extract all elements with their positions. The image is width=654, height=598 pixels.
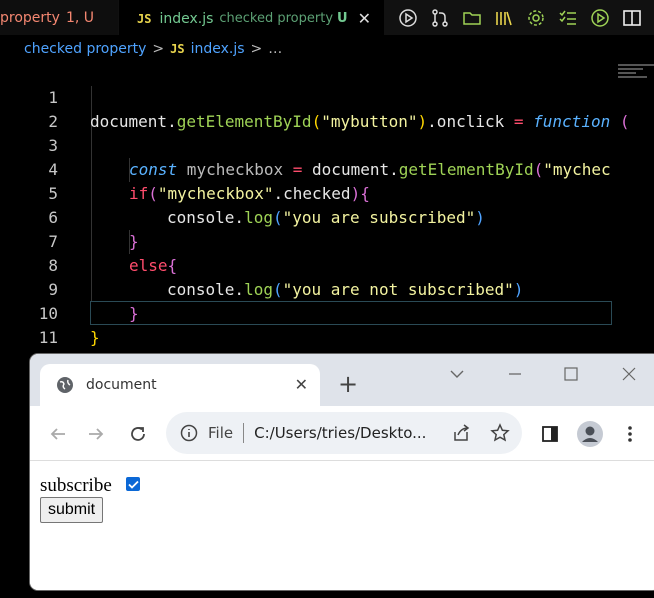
- editor-tab-index-js[interactable]: JS index.js checked property U ✕: [119, 0, 384, 36]
- code-text: }: [90, 328, 100, 347]
- browser-tab-document[interactable]: document ✕: [40, 364, 320, 406]
- tab-status: U: [337, 11, 348, 26]
- code-line: 8 console.log("you are not subscribed"): [0, 230, 654, 299]
- close-icon[interactable]: ✕: [358, 9, 371, 28]
- page-content: subscribe submit: [30, 461, 654, 590]
- settings-gear-icon[interactable]: [520, 6, 552, 30]
- minimize-icon[interactable]: [500, 364, 530, 384]
- reload-button[interactable]: [124, 420, 152, 448]
- info-icon[interactable]: [180, 424, 198, 442]
- browser-tab-strip: document ✕ +: [30, 354, 654, 406]
- star-icon[interactable]: [490, 423, 510, 443]
- editor-tab-bar: property 1, U JS index.js checked proper…: [0, 0, 654, 36]
- code-line: 2: [0, 86, 654, 131]
- reload-icon: [131, 427, 145, 441]
- divider: [243, 423, 245, 443]
- side-panel-icon: [542, 426, 558, 442]
- tab-search-icon[interactable]: [442, 364, 472, 384]
- arrow-right-icon: [89, 428, 104, 440]
- breadcrumb-more[interactable]: …: [268, 41, 282, 57]
- back-button[interactable]: [44, 420, 72, 448]
- window-close-icon[interactable]: [614, 364, 644, 384]
- more-vertical-icon: [628, 426, 632, 442]
- arrow-left-icon: [50, 428, 65, 440]
- line-number: 11: [38, 328, 58, 347]
- list-check-icon[interactable]: [552, 6, 584, 30]
- code-line: 10 }: [0, 278, 654, 347]
- code-line: 11: [0, 302, 654, 347]
- code-line: 7 else{: [0, 206, 654, 275]
- run-circle-icon[interactable]: [584, 6, 616, 30]
- chevron-right-icon: >: [250, 41, 263, 57]
- open-folder-icon[interactable]: [456, 6, 488, 30]
- code-line: 1 document.getElementById("mybutton").on…: [0, 62, 654, 131]
- editor-actions: [392, 0, 648, 35]
- url-text[interactable]: C:/Users/tries/Deskto...: [254, 424, 426, 442]
- js-file-icon: JS: [137, 11, 152, 26]
- code-line: 5 console.log("you are subscribed"): [0, 158, 654, 227]
- subscribe-label: subscribe: [40, 475, 112, 496]
- js-file-icon: JS: [170, 42, 185, 56]
- library-icon[interactable]: [488, 6, 520, 30]
- close-icon[interactable]: ✕: [295, 375, 308, 394]
- code-line: 4 if("mycheckbox".checked){: [0, 134, 654, 203]
- editor-tab-previous[interactable]: property 1, U: [0, 0, 118, 35]
- breadcrumb: checked property > JS index.js > …: [0, 36, 654, 62]
- tab-label: property: [0, 9, 60, 26]
- menu-button[interactable]: [616, 420, 644, 448]
- code-line: 9 }: [0, 254, 654, 323]
- code-editor[interactable]: 1 document.getElementById("mybutton").on…: [0, 62, 654, 347]
- address-bar[interactable]: File C:/Users/tries/Deskto...: [166, 412, 522, 454]
- breadcrumb-folder[interactable]: checked property: [24, 41, 146, 57]
- breadcrumb-file[interactable]: index.js: [191, 41, 245, 57]
- browser-toolbar: File C:/Users/tries/Deskto...: [30, 406, 654, 461]
- checkmark-icon: [127, 480, 139, 489]
- subscribe-checkbox[interactable]: [126, 477, 140, 491]
- tab-label: index.js: [159, 10, 214, 27]
- source-control-icon[interactable]: [424, 6, 456, 30]
- url-scheme-label: File: [208, 424, 234, 442]
- tab-description: checked property: [219, 11, 334, 26]
- avatar-icon: [577, 421, 603, 447]
- run-icon[interactable]: [392, 6, 424, 30]
- browser-window: document ✕ + File C:/Users/tries/Deskto.…: [30, 354, 654, 590]
- code-line: 3 const mycheckbox = document.getElement…: [0, 110, 654, 179]
- split-editor-icon[interactable]: [616, 6, 648, 30]
- tab-status: 1, U: [65, 9, 94, 26]
- side-panel-button[interactable]: [536, 420, 564, 448]
- submit-button[interactable]: submit: [40, 497, 104, 523]
- browser-tab-title: document: [86, 377, 157, 393]
- new-tab-button[interactable]: +: [338, 372, 358, 396]
- code-line: 6 }: [0, 182, 654, 251]
- globe-icon: [57, 377, 73, 393]
- forward-button[interactable]: [82, 420, 110, 448]
- maximize-icon[interactable]: [556, 364, 586, 384]
- profile-button[interactable]: [576, 420, 604, 448]
- share-icon[interactable]: [452, 424, 472, 442]
- chevron-right-icon: >: [152, 41, 165, 57]
